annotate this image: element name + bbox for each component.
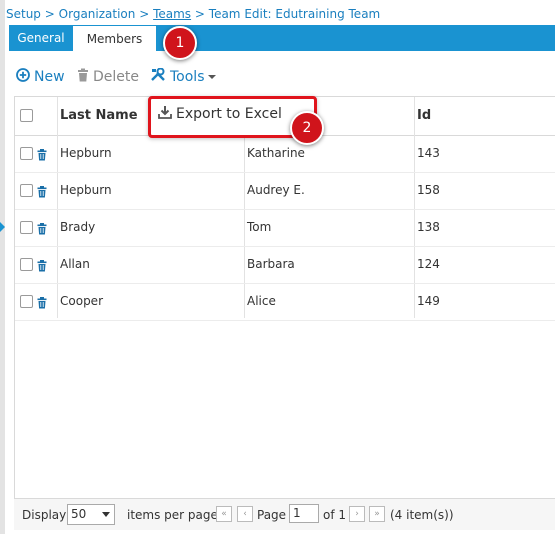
item-count-label: (4 item(s)) xyxy=(390,508,454,522)
trash-icon xyxy=(77,68,89,86)
last-name-cell: Brady xyxy=(60,220,96,234)
left-gutter xyxy=(0,0,5,534)
breadcrumb-teams-link[interactable]: Teams xyxy=(153,7,191,21)
tab-members[interactable]: Members xyxy=(73,26,156,51)
trash-icon[interactable] xyxy=(37,257,47,276)
page-number-input[interactable]: 1 xyxy=(289,504,319,523)
tools-button-label: Tools xyxy=(170,69,205,85)
breadcrumb-current: Team Edit: Edutraining Team xyxy=(208,7,381,21)
page-number-value: 1 xyxy=(293,506,301,520)
trash-icon[interactable] xyxy=(37,183,47,202)
last-name-cell: Allan xyxy=(60,257,90,271)
export-to-excel-menu-item[interactable]: Export to Excel xyxy=(158,105,282,123)
breadcrumb: Setup > Organization > Teams > Team Edit… xyxy=(6,7,380,21)
trash-icon[interactable] xyxy=(37,146,47,165)
first-name-cell: Audrey E. xyxy=(247,183,305,197)
column-header-last-name[interactable]: Last Name xyxy=(60,97,138,135)
table-row[interactable]: Cooper Alice 149 xyxy=(15,283,555,321)
tools-dropdown-button[interactable]: Tools xyxy=(150,67,216,86)
items-per-page-label: items per page xyxy=(127,508,218,522)
last-name-cell: Cooper xyxy=(60,294,103,308)
trash-icon[interactable] xyxy=(37,294,47,313)
next-page-icon[interactable]: › xyxy=(349,506,365,522)
page-count-label: of 1 xyxy=(323,508,347,522)
breadcrumb-separator: > xyxy=(44,7,55,21)
first-name-cell: Tom xyxy=(247,220,272,234)
table-row[interactable]: Brady Tom 138 xyxy=(15,209,555,247)
display-label: Display xyxy=(22,508,67,522)
row-checkbox[interactable] xyxy=(20,295,33,308)
last-name-cell: Hepburn xyxy=(60,146,112,160)
page-size-value: 50 xyxy=(71,507,87,521)
caret-down-icon xyxy=(207,75,216,79)
id-cell: 143 xyxy=(417,146,440,160)
plus-circle-icon xyxy=(16,68,30,86)
id-cell: 124 xyxy=(417,257,440,271)
select-all-checkbox[interactable] xyxy=(20,109,33,122)
row-checkbox[interactable] xyxy=(20,147,33,160)
members-grid: Last Name Id Hepburn Katharine 143 Hepbu… xyxy=(14,96,555,527)
page-label: Page xyxy=(257,508,287,522)
step-callout-1: 1 xyxy=(163,26,197,60)
chevron-down-icon xyxy=(102,512,110,517)
id-cell: 149 xyxy=(417,294,440,308)
trash-icon[interactable] xyxy=(37,220,47,239)
step-callout-2: 2 xyxy=(290,111,324,145)
breadcrumb-organization[interactable]: Organization xyxy=(59,7,136,21)
row-checkbox[interactable] xyxy=(20,258,33,271)
tools-icon xyxy=(150,67,166,86)
table-row[interactable]: Hepburn Audrey E. 158 xyxy=(15,172,555,210)
page-size-select[interactable]: 50 xyxy=(67,504,115,525)
download-icon xyxy=(158,105,172,123)
breadcrumb-separator: > xyxy=(194,7,205,21)
column-header-id[interactable]: Id xyxy=(417,97,431,135)
new-button-label: New xyxy=(34,69,65,85)
breadcrumb-separator: > xyxy=(139,7,150,21)
grid-pager: Display 50 items per page « ‹ Page 1 of … xyxy=(14,498,555,530)
export-to-excel-label: Export to Excel xyxy=(176,106,282,122)
new-button[interactable]: New xyxy=(16,68,65,86)
last-name-cell: Hepburn xyxy=(60,183,112,197)
first-page-icon[interactable]: « xyxy=(216,506,232,522)
table-row[interactable]: Hepburn Katharine 143 xyxy=(15,135,555,173)
first-name-cell: Alice xyxy=(247,294,276,308)
tab-general[interactable]: General xyxy=(9,25,73,51)
table-row[interactable]: Allan Barbara 124 xyxy=(15,246,555,284)
prev-page-icon[interactable]: ‹ xyxy=(237,506,253,522)
last-page-icon[interactable]: » xyxy=(369,506,385,522)
breadcrumb-setup[interactable]: Setup xyxy=(6,7,41,21)
id-cell: 158 xyxy=(417,183,440,197)
tab-bar: General Members xyxy=(9,25,555,51)
delete-button[interactable]: Delete xyxy=(77,68,139,86)
row-checkbox[interactable] xyxy=(20,184,33,197)
row-pointer-marker xyxy=(0,222,5,232)
id-cell: 138 xyxy=(417,220,440,234)
row-checkbox[interactable] xyxy=(20,221,33,234)
first-name-cell: Barbara xyxy=(247,257,295,271)
delete-button-label: Delete xyxy=(93,69,139,85)
